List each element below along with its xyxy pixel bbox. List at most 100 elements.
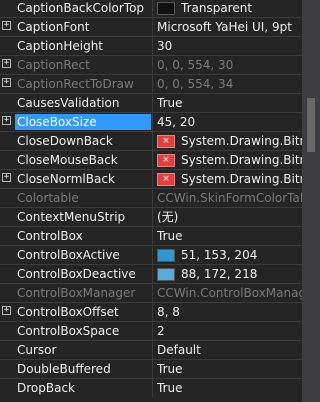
property-value[interactable]: Default [157, 342, 302, 358]
column-divider[interactable] [152, 265, 153, 283]
property-name[interactable]: CaptionRect [17, 57, 149, 73]
property-value[interactable]: CCWin.SkinFormColorTal [157, 190, 302, 206]
property-name[interactable]: CloseBoxSize [15, 114, 151, 130]
column-divider[interactable] [152, 284, 153, 302]
property-row[interactable]: + ControlBoxOffset 8, 8 [0, 302, 302, 321]
property-row[interactable]: Cursor Default [0, 340, 302, 359]
property-name[interactable]: DoubleBuffered [17, 361, 149, 377]
property-grid: CaptionBackColorTop Transparent + CaptionFo… [0, 0, 320, 402]
property-name[interactable]: ControlBoxDeactive [17, 266, 149, 282]
property-row[interactable]: DoubleBuffered True [0, 359, 302, 378]
property-row[interactable]: DropBack True [0, 378, 302, 397]
column-divider[interactable] [152, 75, 153, 93]
property-value[interactable]: True [157, 228, 302, 244]
column-divider[interactable] [152, 151, 153, 169]
column-divider[interactable] [152, 360, 153, 378]
property-name[interactable]: CloseNormlBack [17, 171, 149, 187]
property-value[interactable]: 2 [157, 323, 302, 339]
property-value[interactable]: Transparent [157, 0, 302, 16]
property-row[interactable]: ControlBox True [0, 226, 302, 245]
property-name[interactable]: DropBack [17, 380, 149, 396]
property-name[interactable]: CloseDownBack [17, 133, 149, 149]
column-divider[interactable] [152, 246, 153, 264]
property-value[interactable]: × System.Drawing.Bitm [157, 171, 302, 187]
column-divider[interactable] [152, 94, 153, 112]
color-swatch [157, 248, 175, 262]
property-value[interactable]: × System.Drawing.Bitm [157, 152, 302, 168]
property-name[interactable]: Colortable [17, 190, 149, 206]
property-name[interactable]: ControlBox [17, 228, 149, 244]
property-value[interactable]: 45, 20 [157, 114, 302, 130]
property-row[interactable]: CaptionHeight 30 [0, 36, 302, 55]
property-row[interactable]: CausesValidation True [0, 93, 302, 112]
column-divider[interactable] [152, 37, 153, 55]
property-value-text: 88, 172, 218 [181, 267, 258, 281]
expand-plus-icon[interactable]: + [2, 173, 11, 182]
column-divider[interactable] [152, 189, 153, 207]
property-value-text: True [157, 362, 183, 376]
property-name[interactable]: ContextMenuStrip [17, 209, 149, 225]
property-name[interactable]: CaptionFont [17, 19, 149, 35]
column-divider[interactable] [152, 341, 153, 359]
property-value[interactable]: True [157, 361, 302, 377]
property-name[interactable]: CaptionBackColorTop [17, 0, 149, 16]
property-value[interactable]: 0, 0, 554, 30 [157, 57, 302, 73]
column-divider[interactable] [152, 113, 153, 131]
property-row[interactable]: ControlBoxManager CCWin.ControlBoxManag [0, 283, 302, 302]
property-name[interactable]: CaptionRectToDraw [17, 76, 149, 92]
property-row[interactable]: + CloseNormlBack × System.Drawing.Bitm [0, 169, 302, 188]
property-value[interactable]: 30 [157, 38, 302, 54]
expand-plus-icon[interactable]: + [2, 59, 11, 68]
property-row[interactable]: CloseDownBack × System.Drawing.Bitm [0, 131, 302, 150]
property-row[interactable]: + CaptionRectToDraw 0, 0, 554, 34 [0, 74, 302, 93]
property-value-text: 2 [157, 324, 165, 338]
expand-plus-icon[interactable]: + [2, 78, 11, 87]
property-value[interactable]: 8, 8 [157, 304, 302, 320]
expand-plus-icon[interactable]: + [2, 306, 11, 315]
property-row[interactable]: ControlBoxActive 51, 153, 204 [0, 245, 302, 264]
property-row[interactable]: CaptionBackColorTop Transparent [0, 0, 302, 17]
property-value-text: Default [157, 343, 201, 357]
property-row[interactable]: + CaptionRect 0, 0, 554, 30 [0, 55, 302, 74]
property-row[interactable]: Colortable CCWin.SkinFormColorTal [0, 188, 302, 207]
property-name[interactable]: ControlBoxActive [17, 247, 149, 263]
property-value[interactable]: Microsoft YaHei UI, 9pt [157, 19, 302, 35]
column-divider[interactable] [152, 0, 153, 17]
property-value[interactable]: 51, 153, 204 [157, 247, 302, 263]
expand-plus-icon[interactable]: + [2, 116, 11, 125]
property-value[interactable]: True [157, 95, 302, 111]
property-value[interactable]: × System.Drawing.Bitm [157, 133, 302, 149]
property-value[interactable]: CCWin.ControlBoxManag [157, 285, 302, 301]
column-divider[interactable] [152, 170, 153, 188]
property-value-text: True [157, 96, 183, 110]
property-value[interactable]: (无) [157, 209, 302, 225]
property-row[interactable]: ControlBoxDeactive 88, 172, 218 [0, 264, 302, 283]
property-value[interactable]: 0, 0, 554, 34 [157, 76, 302, 92]
property-value[interactable]: True [157, 380, 302, 396]
column-divider[interactable] [152, 132, 153, 150]
property-row[interactable]: CloseMouseBack × System.Drawing.Bitm [0, 150, 302, 169]
vertical-scrollbar[interactable] [302, 0, 320, 402]
property-row[interactable]: + CaptionFont Microsoft YaHei UI, 9pt [0, 17, 302, 36]
property-name[interactable]: CaptionHeight [17, 38, 149, 54]
column-divider[interactable] [152, 303, 153, 321]
property-row[interactable]: ContextMenuStrip (无) [0, 207, 302, 226]
column-divider[interactable] [152, 18, 153, 36]
property-row[interactable]: + CloseBoxSize 45, 20 [0, 112, 302, 131]
image-thumbnail-icon: × [157, 172, 175, 186]
column-divider[interactable] [152, 56, 153, 74]
property-name[interactable]: ControlBoxSpace [17, 323, 149, 339]
property-name[interactable]: CloseMouseBack [17, 152, 149, 168]
column-divider[interactable] [152, 208, 153, 226]
property-name[interactable]: ControlBoxOffset [17, 304, 149, 320]
column-divider[interactable] [152, 322, 153, 340]
expand-plus-icon[interactable]: + [2, 21, 11, 30]
property-name[interactable]: Cursor [17, 342, 149, 358]
property-row[interactable]: ControlBoxSpace 2 [0, 321, 302, 340]
property-name[interactable]: ControlBoxManager [17, 285, 149, 301]
property-name[interactable]: CausesValidation [17, 95, 149, 111]
column-divider[interactable] [152, 379, 153, 397]
column-divider[interactable] [152, 227, 153, 245]
property-value[interactable]: 88, 172, 218 [157, 266, 302, 282]
scrollbar-thumb[interactable] [307, 98, 315, 152]
